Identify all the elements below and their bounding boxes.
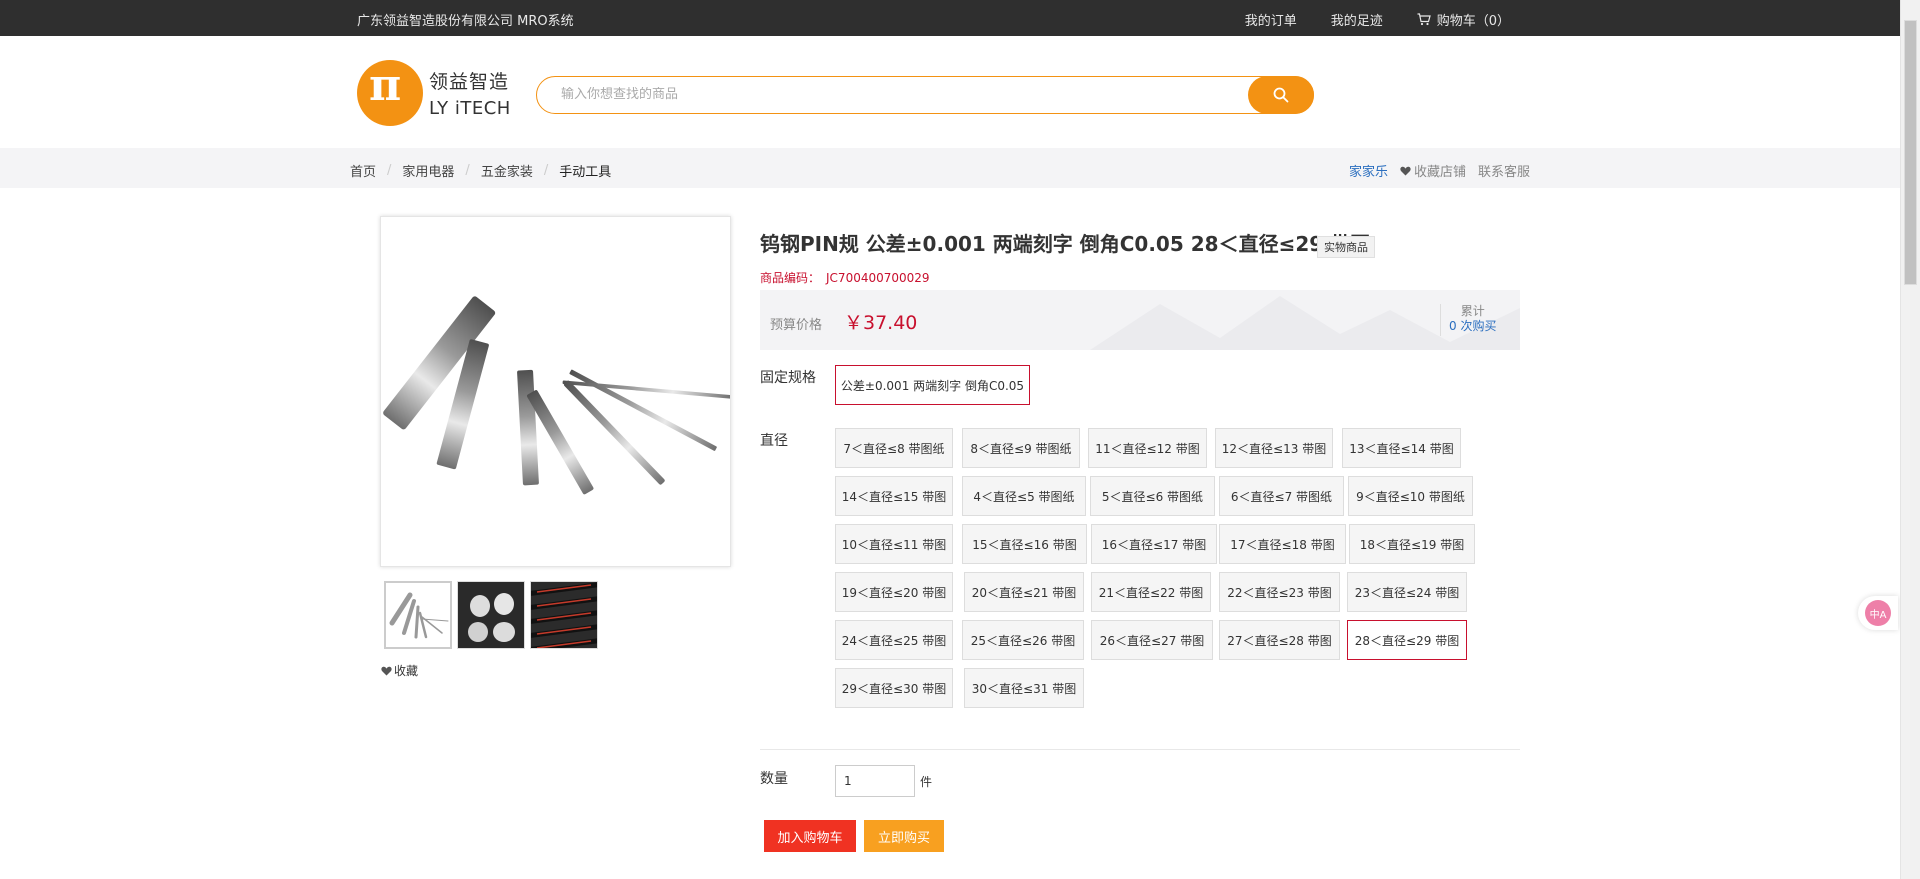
heart-icon: [1400, 166, 1411, 175]
quantity-unit: 件: [920, 775, 933, 789]
diameter-option[interactable]: 29＜直径≤30 带图: [835, 668, 953, 708]
diameter-option[interactable]: 30＜直径≤31 带图: [964, 668, 1084, 708]
thumbnail-1[interactable]: [384, 581, 452, 649]
thumbnail-3[interactable]: [530, 581, 598, 649]
thumbnail-strip: [384, 581, 598, 649]
product-code-label: 商品编码：: [760, 271, 821, 285]
diameter-option[interactable]: 16＜直径≤17 带图: [1091, 524, 1217, 564]
diameter-label: 直径: [760, 433, 788, 449]
diameter-option[interactable]: 14＜直径≤15 带图: [835, 476, 953, 516]
cart-label: 购物车（0）: [1436, 14, 1510, 29]
logo[interactable]: π 领益智造 LY iTECH: [357, 60, 517, 126]
logo-cn-text: 领益智造: [429, 71, 510, 93]
contact-service-link[interactable]: 联系客服: [1478, 161, 1530, 180]
my-orders-link[interactable]: 我的订单: [1245, 10, 1297, 29]
breadcrumb: 首页 / 家用电器 / 五金家装 / 手动工具: [350, 161, 612, 180]
search-bar: [536, 76, 1314, 114]
product-title: 钨钢PIN规 公差±0.001 两端刻字 倒角C0.05 28＜直径≤29 带图: [760, 232, 1371, 256]
diameter-option[interactable]: 19＜直径≤20 带图: [835, 572, 953, 612]
shop-links: 家家乐 收藏店铺 联系客服: [1349, 161, 1530, 180]
page-scrollbar[interactable]: [1900, 0, 1920, 879]
shop-name-link[interactable]: 家家乐: [1349, 161, 1388, 180]
quantity-label: 数量: [760, 771, 788, 787]
translate-float-button[interactable]: 中A: [1858, 596, 1898, 630]
diameter-option[interactable]: 15＜直径≤16 带图: [962, 524, 1087, 564]
diameter-option[interactable]: 23＜直径≤24 带图: [1347, 572, 1467, 612]
favorite-product-button[interactable]: 收藏: [381, 662, 418, 679]
fixed-spec-option[interactable]: 公差±0.001 两端刻字 倒角C0.05: [835, 365, 1030, 405]
add-to-cart-button[interactable]: 加入购物车: [764, 820, 856, 852]
top-bar: 广东领益智造股份有限公司 MRO系统 我的订单 我的足迹 购物车（0）: [0, 0, 1900, 36]
diameter-option[interactable]: 24＜直径≤25 带图: [835, 620, 953, 660]
diameter-option[interactable]: 17＜直径≤18 带图: [1219, 524, 1346, 564]
breadcrumb-bar: 首页 / 家用电器 / 五金家装 / 手动工具 家家乐 收藏店铺 联系客服: [0, 148, 1900, 188]
diameter-option[interactable]: 22＜直径≤23 带图: [1219, 572, 1340, 612]
search-icon: [1273, 87, 1289, 103]
diameter-option[interactable]: 26＜直径≤27 带图: [1091, 620, 1213, 660]
breadcrumb-appliances[interactable]: 家用电器: [402, 161, 454, 180]
fixed-spec-label: 固定规格: [760, 370, 816, 386]
purchase-count: 累计 0 次购买: [1440, 304, 1496, 336]
top-links: 我的订单 我的足迹 购物车（0）: [1245, 10, 1510, 29]
price-box: 预算价格 ￥37.40 累计 0 次购买: [760, 290, 1520, 350]
product-code: 商品编码： JC700400700029: [760, 269, 930, 286]
diameter-option[interactable]: 13＜直径≤14 带图: [1342, 428, 1461, 468]
diameter-option[interactable]: 7＜直径≤8 带图纸: [835, 428, 953, 468]
divider: [760, 749, 1520, 750]
product-type-badge: 实物商品: [1317, 236, 1375, 258]
company-name: 广东领益智造股份有限公司 MRO系统: [357, 14, 574, 29]
thumbnail-2[interactable]: [457, 581, 525, 649]
breadcrumb-home[interactable]: 首页: [350, 161, 376, 180]
diameter-option[interactable]: 25＜直径≤26 带图: [962, 620, 1084, 660]
price-label: 预算价格: [770, 318, 823, 333]
diameter-option[interactable]: 20＜直径≤21 带图: [964, 572, 1084, 612]
diameter-option[interactable]: 11＜直径≤12 带图: [1088, 428, 1207, 468]
search-button[interactable]: [1248, 76, 1314, 114]
steel-pins-image: [383, 296, 730, 495]
diameter-option[interactable]: 4＜直径≤5 带图纸: [962, 476, 1086, 516]
diameter-option[interactable]: 10＜直径≤11 带图: [835, 524, 953, 564]
favorite-shop-link[interactable]: 收藏店铺: [1400, 161, 1466, 180]
search-input[interactable]: [561, 87, 1241, 102]
heart-icon: [381, 666, 392, 675]
product-code-value: JC700400700029: [826, 271, 930, 285]
diameter-option[interactable]: 18＜直径≤19 带图: [1349, 524, 1475, 564]
buy-now-button[interactable]: 立即购买: [864, 820, 944, 852]
breadcrumb-hardware[interactable]: 五金家装: [481, 161, 533, 180]
logo-en-text: LY iTECH: [429, 98, 511, 119]
diameter-option[interactable]: 5＜直径≤6 带图纸: [1090, 476, 1215, 516]
product-main-image: [380, 216, 731, 567]
cart-link[interactable]: 购物车（0）: [1417, 10, 1510, 29]
diameter-option[interactable]: 21＜直径≤22 带图: [1091, 572, 1211, 612]
logo-mark: π: [357, 60, 423, 126]
diameter-option[interactable]: 28＜直径≤29 带图: [1347, 620, 1467, 660]
diameter-option[interactable]: 6＜直径≤7 带图纸: [1219, 476, 1344, 516]
breadcrumb-hand-tools[interactable]: 手动工具: [559, 161, 611, 180]
my-history-link[interactable]: 我的足迹: [1331, 10, 1383, 29]
diameter-option[interactable]: 12＜直径≤13 带图: [1215, 428, 1333, 468]
price-value: ￥37.40: [844, 312, 918, 334]
diameter-option[interactable]: 9＜直径≤10 带图纸: [1348, 476, 1473, 516]
diameter-option[interactable]: 27＜直径≤28 带图: [1219, 620, 1340, 660]
scrollbar-thumb[interactable]: [1904, 20, 1917, 285]
cart-icon: [1417, 13, 1431, 26]
diameter-option[interactable]: 8＜直径≤9 带图纸: [962, 428, 1080, 468]
translate-icon: 中A: [1865, 600, 1891, 626]
quantity-input[interactable]: [835, 765, 915, 797]
